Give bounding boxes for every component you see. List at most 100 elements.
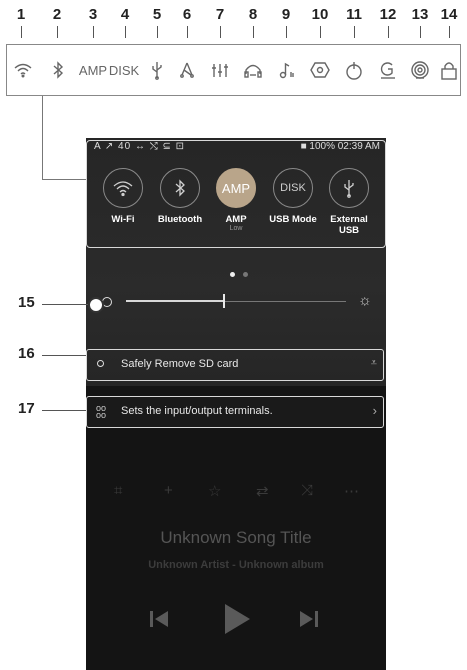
brightness-thumb[interactable]	[223, 294, 225, 308]
sun-icon: ☼	[358, 292, 372, 309]
usb-icon	[329, 168, 369, 208]
headphone-output-icon	[242, 57, 264, 83]
callout-tick	[187, 26, 188, 38]
leader-line	[42, 179, 88, 180]
song-title: Unknown Song Title	[160, 528, 312, 547]
disk-label: DISK	[108, 62, 140, 78]
callout-line	[42, 355, 86, 356]
callout-number-11: 11	[346, 6, 362, 23]
sd-card-label: Safely Remove SD card	[121, 358, 239, 370]
previous-icon[interactable]	[148, 608, 170, 635]
brightness-fill	[126, 300, 223, 302]
tile-usb-mode[interactable]: DISK USB Mode	[264, 168, 322, 225]
callout-line	[42, 410, 86, 411]
amp-label: AMP	[78, 62, 108, 78]
callout-number-9: 9	[281, 6, 291, 23]
playback-controls	[86, 600, 386, 640]
callout-tick	[57, 26, 58, 38]
music-note-icon	[276, 57, 298, 83]
callout-number-13: 13	[411, 6, 429, 23]
callout-number-17: 17	[18, 400, 35, 417]
callout-number-14: 14	[440, 6, 458, 23]
callout-number-4: 4	[120, 6, 130, 23]
callout-tick	[220, 26, 221, 38]
callout-line	[42, 304, 88, 305]
callout-tick	[320, 26, 321, 38]
tile-amp[interactable]: AMP AMP Low	[207, 168, 265, 233]
device-screen: A ↗ 40 ↔ ⤭ ⊆ ⊡ ■ 100% 02:39 AM Wi-Fi Blu…	[86, 138, 386, 670]
amp-icon-text: AMP	[221, 180, 251, 196]
leader-line	[42, 96, 43, 180]
crossfeed-icon	[177, 57, 197, 83]
tile-label: USB Mode	[269, 214, 317, 225]
airplay-broadcast-icon	[409, 57, 431, 83]
callout-number-15: 15	[18, 294, 35, 311]
callout-number-3: 3	[88, 6, 98, 23]
disk-indicator: DISK	[109, 57, 139, 83]
callout-number-16: 16	[18, 345, 35, 362]
callout-tick	[420, 26, 421, 38]
crop-icon[interactable]: ⌗	[114, 482, 122, 499]
tile-bluetooth[interactable]: Bluetooth	[151, 168, 209, 225]
callout-number-2: 2	[52, 6, 62, 23]
star-icon[interactable]: ☆	[208, 482, 221, 500]
wifi-icon	[12, 57, 34, 83]
add-icon[interactable]: +	[164, 482, 173, 499]
callout-number-7: 7	[215, 6, 225, 23]
callout-number-8: 8	[248, 6, 258, 23]
bluetooth-icon	[49, 57, 67, 83]
usb-icon	[147, 57, 167, 83]
callout-tick	[125, 26, 126, 38]
power-timer-icon	[343, 57, 365, 83]
amp-icon: AMP	[216, 168, 256, 208]
tile-external-usb[interactable]: External USB	[320, 168, 378, 236]
tile-label: Wi-Fi	[111, 214, 135, 225]
callout-tick	[93, 26, 94, 38]
callout-number-6: 6	[182, 6, 192, 23]
brightness-callout-marker	[88, 297, 104, 313]
tile-label: Bluetooth	[157, 214, 203, 225]
tile-wifi[interactable]: Wi-Fi	[94, 168, 152, 225]
io-terminals-label: Sets the input/output terminals.	[121, 405, 273, 417]
more-icon[interactable]: ⋯	[344, 482, 359, 500]
tile-sublabel: Low	[229, 225, 243, 232]
callout-tick	[157, 26, 158, 38]
callout-number-10: 10	[311, 6, 329, 23]
callout-number-12: 12	[379, 6, 397, 23]
callout-tick	[253, 26, 254, 38]
callout-number-5: 5	[152, 6, 162, 23]
callout-tick	[354, 26, 355, 38]
tile-label: AMP	[225, 214, 247, 225]
page-dot-active[interactable]	[230, 272, 235, 277]
grid-icon: oo oo	[96, 403, 107, 420]
shuffle-icon[interactable]: ⤨	[301, 482, 313, 499]
brightness-row: ☼	[86, 286, 386, 316]
disk-icon: DISK	[273, 168, 313, 208]
page-indicator	[226, 264, 252, 282]
next-icon[interactable]	[298, 608, 320, 635]
chevron-right-icon: ›	[372, 403, 377, 418]
sd-card-remove-row[interactable]: Safely Remove SD card ⩡	[86, 349, 384, 381]
status-icon-legend: AMP DISK	[6, 44, 461, 96]
repeat-icon[interactable]: ⇄	[256, 482, 269, 500]
callout-tick	[286, 26, 287, 38]
sd-card-icon	[97, 360, 104, 367]
tile-label: External USB	[330, 214, 368, 236]
gain-icon	[377, 57, 399, 83]
equalizer-icon	[210, 57, 230, 83]
callout-tick	[388, 26, 389, 38]
wifi-icon	[103, 168, 143, 208]
lock-icon	[439, 57, 459, 83]
artist-album: Unknown Artist - Unknown album	[148, 559, 324, 571]
play-icon[interactable]	[222, 602, 252, 641]
playback-tools-row: ⌗ + ☆ ⇄ ⤨ ⋯	[86, 482, 386, 504]
expand-icon[interactable]: ⩡	[371, 357, 377, 370]
disk-icon-text: DISK	[280, 182, 306, 194]
page-dot[interactable]	[243, 272, 248, 277]
callout-tick	[21, 26, 22, 38]
amp-indicator: AMP	[79, 57, 107, 83]
bluetooth-icon	[160, 168, 200, 208]
io-terminals-row[interactable]: oo oo Sets the input/output terminals. ›	[86, 396, 384, 428]
callout-number-1: 1	[16, 6, 26, 23]
hexagon-icon	[309, 57, 331, 83]
